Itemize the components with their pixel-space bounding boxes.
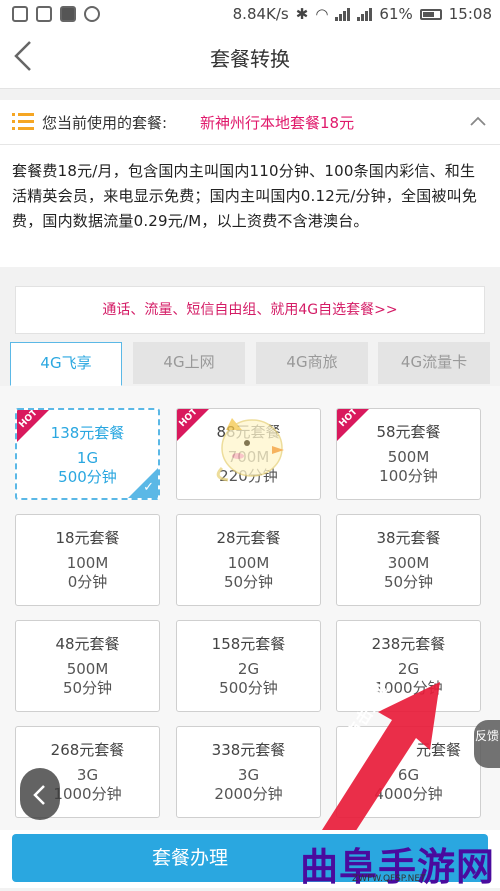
signal-icon-2 [357, 7, 373, 21]
list-icon [12, 113, 34, 130]
battery-level: 61% [379, 5, 413, 23]
plan-voice: 50分钟 [62, 679, 113, 697]
plan-name: 338元套餐 [211, 741, 286, 759]
plan-data: 500M [66, 660, 109, 678]
plan-voice: 50分钟 [383, 573, 434, 591]
chevron-up-icon[interactable] [468, 112, 488, 132]
plan-name: 48元套餐 [55, 635, 120, 653]
plan-card[interactable]: HOT 58元套餐 500M 100分钟 [336, 408, 481, 500]
page-title: 套餐转换 [210, 47, 290, 71]
app-icon [60, 6, 76, 22]
plan-data: 3G [237, 766, 260, 784]
status-bar: 8.84K/s ✱ ◠ 61% 15:08 [0, 0, 500, 30]
chevron-left-icon [33, 785, 45, 805]
plan-card[interactable]: 28元套餐 100M 50分钟 [176, 514, 321, 606]
smiley-icon [84, 6, 100, 22]
plan-voice: 0分钟 [67, 573, 108, 591]
plan-card[interactable]: 48元套餐 500M 50分钟 [15, 620, 160, 712]
current-plan-label: 您当前使用的套餐: [42, 114, 168, 132]
floating-back-button[interactable] [20, 768, 60, 820]
clock: 15:08 [448, 5, 492, 23]
plan-name: 268元套餐 [50, 741, 125, 759]
bluetooth-icon: ✱ [295, 5, 309, 23]
check-icon: ✓ [143, 480, 154, 495]
plan-card[interactable]: 38元套餐 300M 50分钟 [336, 514, 481, 606]
plan-voice: 50分钟 [223, 573, 274, 591]
plan-data: 2G [237, 660, 260, 678]
plan-data: 1G [76, 449, 99, 467]
plan-data: 100M [227, 554, 270, 572]
tab-4g-data-card[interactable]: 4G流量卡 [378, 342, 490, 384]
plan-name: 238元套餐 [371, 635, 446, 653]
current-plan-name: 新神州行本地套餐18元 [200, 114, 355, 132]
plan-data: 500M [387, 448, 430, 466]
plan-name: 28元套餐 [216, 529, 281, 547]
plan-data: 300M [387, 554, 430, 572]
plan-voice: 2000分钟 [214, 785, 283, 803]
feedback-button[interactable]: 反馈 [474, 720, 500, 768]
plan-description: 套餐费18元/月，包含国内主叫国内110分钟、100条国内彩信、和生活精英会员，… [0, 145, 500, 267]
wifi-icon: ◠ [315, 5, 329, 23]
signal-icon [335, 7, 351, 21]
notification-icon [12, 6, 28, 22]
plan-voice: 100分钟 [379, 467, 438, 485]
plan-card[interactable]: HOT 138元套餐 1G 500分钟 ✓ [15, 408, 160, 500]
plan-card[interactable]: 18元套餐 100M 0分钟 [15, 514, 160, 606]
tab-4g-internet[interactable]: 4G上网 [133, 342, 245, 384]
nav-bar: 套餐转换 [0, 30, 500, 89]
current-plan-bar[interactable]: 您当前使用的套餐: 新神州行本地套餐18元 [0, 100, 500, 145]
plan-name: 38元套餐 [376, 529, 441, 547]
plan-tabs: 4G飞享 4G上网 4G商旅 4G流量卡 [10, 342, 490, 386]
plan-name: 18元套餐 [55, 529, 120, 547]
plan-data: 2G [397, 660, 420, 678]
watermark-url: ZWFW.QFSP.NET [352, 874, 426, 884]
chick-watermark-icon [216, 418, 284, 482]
tab-4g-business[interactable]: 4G商旅 [256, 342, 368, 384]
plan-voice: 500分钟 [219, 679, 278, 697]
tab-4g-feixiang[interactable]: 4G飞享 [10, 342, 122, 386]
self-select-link[interactable]: 通话、流量、短信自由组、就用4G自选套餐>> [15, 286, 485, 334]
battery-icon [419, 8, 442, 20]
network-speed: 8.84K/s [232, 5, 289, 23]
image-icon [36, 6, 52, 22]
plan-name: 158元套餐 [211, 635, 286, 653]
plan-data: 100M [66, 554, 109, 572]
